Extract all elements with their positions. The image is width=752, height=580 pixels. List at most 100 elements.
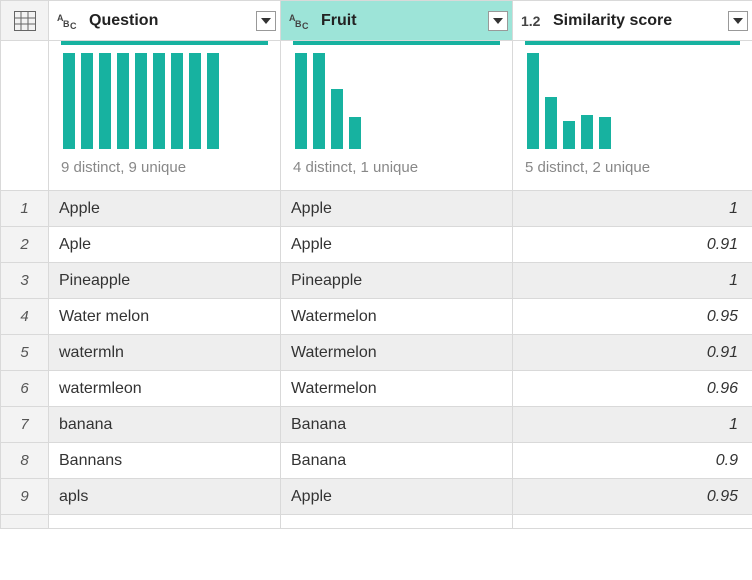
- table-cell[interactable]: Watermelon: [281, 335, 513, 371]
- stats-row: 9 distinct, 9 unique 4 distinct, 1 uniqu…: [1, 41, 752, 191]
- quality-bar: [293, 41, 500, 45]
- column-header-similarity-score[interactable]: 1.2 Similarity score: [513, 1, 752, 41]
- distribution-bar: [153, 53, 165, 149]
- row-number[interactable]: 4: [1, 299, 49, 335]
- data-grid: ABC Question ABC Fruit: [0, 0, 752, 580]
- table-cell[interactable]: 1: [513, 191, 752, 227]
- table-row[interactable]: 4Water melonWatermelon0.95: [1, 299, 752, 335]
- number-type-icon: 1.2: [521, 11, 547, 31]
- table: ABC Question ABC Fruit: [0, 0, 752, 529]
- chevron-down-icon: [261, 18, 271, 24]
- quality-bar: [61, 41, 268, 45]
- table-cell[interactable]: 1: [513, 263, 752, 299]
- row-number[interactable]: 3: [1, 263, 49, 299]
- distribution-bar: [545, 97, 557, 149]
- table-row[interactable]: 9aplsApple0.95: [1, 479, 752, 515]
- table-cell[interactable]: Pineapple: [49, 263, 281, 299]
- table-cell[interactable]: Banana: [281, 443, 513, 479]
- distribution-bar: [63, 53, 75, 149]
- row-number[interactable]: 6: [1, 371, 49, 407]
- distribution-bar: [207, 53, 219, 149]
- table-cell[interactable]: 0.91: [513, 227, 752, 263]
- column-label: Question: [89, 12, 256, 30]
- table-row[interactable]: 7bananaBanana1: [1, 407, 752, 443]
- table-cell[interactable]: watermln: [49, 335, 281, 371]
- distribution-bar: [349, 117, 361, 149]
- text-type-icon: ABC: [289, 11, 315, 31]
- distribution-bar: [331, 89, 343, 149]
- row-number[interactable]: 5: [1, 335, 49, 371]
- filter-dropdown-button[interactable]: [728, 11, 748, 31]
- table-row[interactable]: 3PineapplePineapple1: [1, 263, 752, 299]
- table-cell[interactable]: Bannans: [49, 443, 281, 479]
- column-header-question[interactable]: ABC Question: [49, 1, 281, 41]
- table-cell[interactable]: Apple: [281, 191, 513, 227]
- distribution-bar: [313, 53, 325, 149]
- column-stats-question: 9 distinct, 9 unique: [49, 41, 281, 191]
- stats-text: 5 distinct, 2 unique: [525, 159, 740, 176]
- column-header-fruit[interactable]: ABC Fruit: [281, 1, 513, 41]
- distribution-bar: [599, 117, 611, 149]
- filter-dropdown-button[interactable]: [488, 11, 508, 31]
- table-cell[interactable]: 0.91: [513, 335, 752, 371]
- table-cell[interactable]: 1: [513, 407, 752, 443]
- quality-bar: [525, 41, 740, 45]
- table-cell[interactable]: Aple: [49, 227, 281, 263]
- table-cell[interactable]: watermleon: [49, 371, 281, 407]
- table-icon: [14, 11, 36, 31]
- stats-text: 4 distinct, 1 unique: [293, 159, 500, 176]
- svg-text:C: C: [70, 21, 77, 31]
- filter-dropdown-button[interactable]: [256, 11, 276, 31]
- svg-text:C: C: [302, 21, 309, 31]
- stats-text: 9 distinct, 9 unique: [61, 159, 268, 176]
- text-type-icon: ABC: [57, 11, 83, 31]
- row-number[interactable]: 1: [1, 191, 49, 227]
- table-cell[interactable]: banana: [49, 407, 281, 443]
- svg-text:B: B: [63, 19, 70, 29]
- table-cell[interactable]: Pineapple: [281, 263, 513, 299]
- table-row[interactable]: 2ApleApple0.91: [1, 227, 752, 263]
- distribution-bars: [525, 53, 740, 149]
- distribution-bar: [581, 115, 593, 149]
- row-number[interactable]: 9: [1, 479, 49, 515]
- table-cell[interactable]: Banana: [281, 407, 513, 443]
- distribution-bar: [117, 53, 129, 149]
- table-cell[interactable]: 0.9: [513, 443, 752, 479]
- distribution-bar: [81, 53, 93, 149]
- distribution-bar: [563, 121, 575, 149]
- row-number[interactable]: 2: [1, 227, 49, 263]
- tail-row: [1, 515, 752, 529]
- table-row[interactable]: 6watermleonWatermelon0.96: [1, 371, 752, 407]
- svg-text:B: B: [295, 19, 302, 29]
- row-number[interactable]: 8: [1, 443, 49, 479]
- column-stats-similarity-score: 5 distinct, 2 unique: [513, 41, 752, 191]
- table-cell[interactable]: Watermelon: [281, 299, 513, 335]
- distribution-bars: [61, 53, 268, 149]
- distribution-bar: [527, 53, 539, 149]
- table-cell[interactable]: Apple: [49, 191, 281, 227]
- column-label: Similarity score: [553, 12, 728, 30]
- table-cell[interactable]: Apple: [281, 479, 513, 515]
- table-cell[interactable]: Apple: [281, 227, 513, 263]
- distribution-bar: [99, 53, 111, 149]
- table-cell[interactable]: Water melon: [49, 299, 281, 335]
- stats-blank: [1, 41, 49, 191]
- table-cell[interactable]: Watermelon: [281, 371, 513, 407]
- distribution-bar: [171, 53, 183, 149]
- distribution-bar: [189, 53, 201, 149]
- table-cell[interactable]: apls: [49, 479, 281, 515]
- column-stats-fruit: 4 distinct, 1 unique: [281, 41, 513, 191]
- distribution-bar: [295, 53, 307, 149]
- chevron-down-icon: [733, 18, 743, 24]
- table-row[interactable]: 1AppleApple1: [1, 191, 752, 227]
- table-row[interactable]: 8BannansBanana0.9: [1, 443, 752, 479]
- distribution-bars: [293, 53, 500, 149]
- row-number[interactable]: 7: [1, 407, 49, 443]
- table-cell[interactable]: 0.95: [513, 479, 752, 515]
- data-body: 1AppleApple12ApleApple0.913PineapplePine…: [1, 191, 752, 515]
- table-cell[interactable]: 0.96: [513, 371, 752, 407]
- table-row[interactable]: 5watermlnWatermelon0.91: [1, 335, 752, 371]
- table-cell[interactable]: 0.95: [513, 299, 752, 335]
- select-all-corner[interactable]: [1, 1, 49, 41]
- column-label: Fruit: [321, 12, 488, 30]
